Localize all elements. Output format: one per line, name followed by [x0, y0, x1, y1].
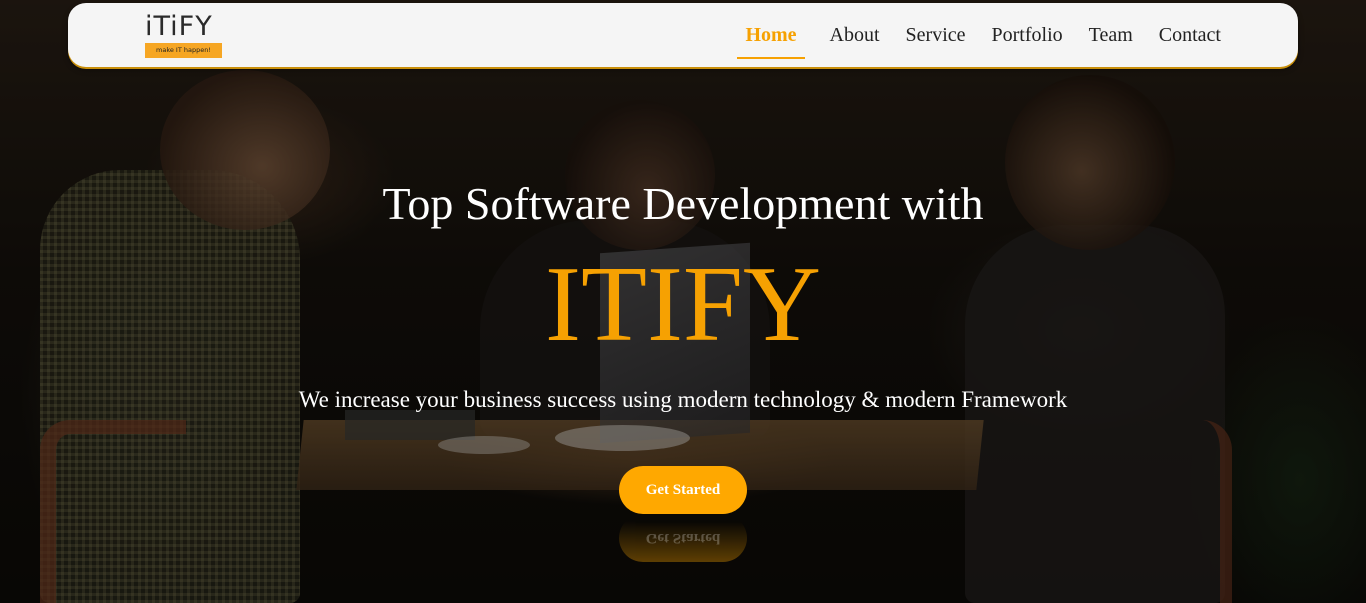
get-started-button-reflection: Get Started: [619, 514, 747, 562]
nav-link-about[interactable]: About: [829, 3, 881, 67]
hero-brand-name: ITIFY: [545, 245, 821, 364]
nav-link-service[interactable]: Service: [905, 3, 967, 67]
nav-link-contact[interactable]: Contact: [1158, 3, 1222, 67]
nav-link-team[interactable]: Team: [1088, 3, 1134, 67]
site-logo[interactable]: iTiFY make IT happen!: [145, 12, 225, 60]
hero-title: Top Software Development with: [382, 178, 984, 229]
nav-menu: Home About Service Portfolio Team Contac…: [713, 3, 1222, 67]
logo-tagline: make IT happen!: [145, 43, 222, 58]
nav-link-portfolio[interactable]: Portfolio: [991, 3, 1064, 67]
hero-subtitle: We increase your business success using …: [298, 387, 1068, 412]
hero-content: Top Software Development with ITIFY We i…: [0, 0, 1366, 603]
logo-wordmark: iTiFY: [145, 11, 213, 42]
nav-link-home[interactable]: Home: [737, 3, 805, 67]
navbar: iTiFY make IT happen! Home About Service…: [68, 3, 1298, 67]
hero-section: iTiFY make IT happen! Home About Service…: [0, 0, 1366, 603]
get-started-button[interactable]: Get Started: [619, 466, 747, 514]
